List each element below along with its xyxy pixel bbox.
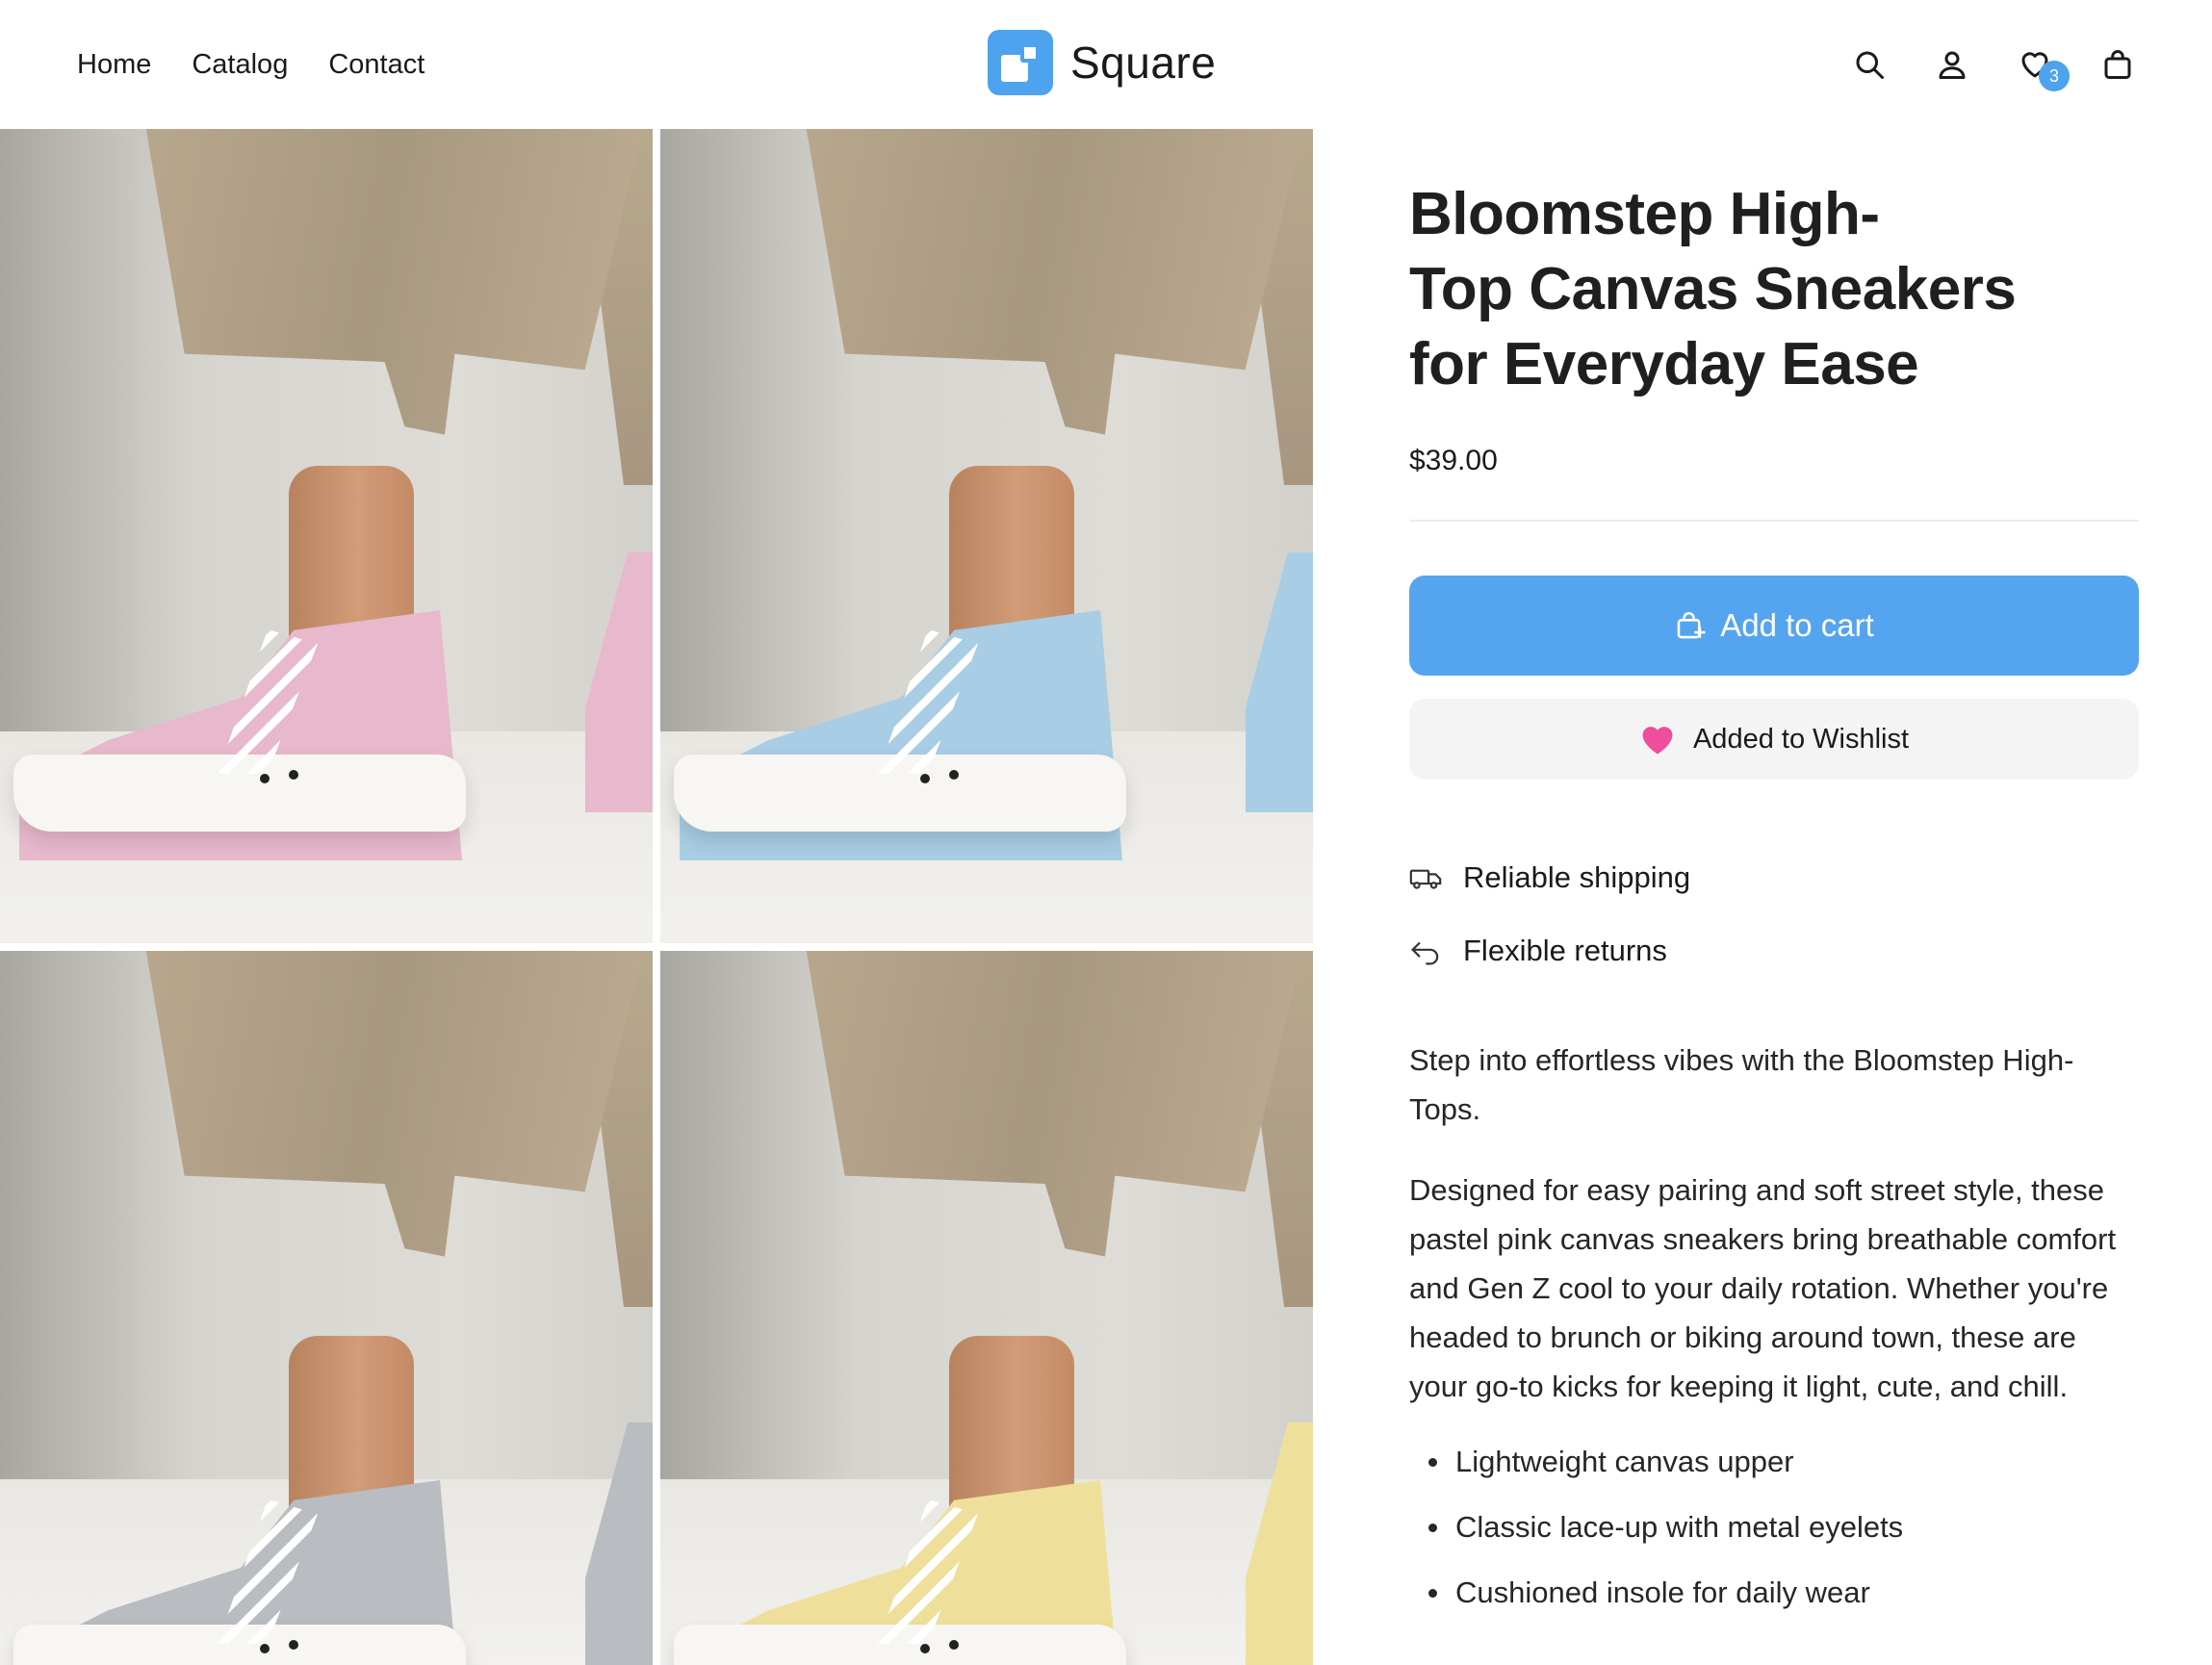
eyelet	[260, 1644, 270, 1653]
divider	[1409, 520, 2139, 522]
gallery-image-pink[interactable]	[0, 129, 653, 943]
eyelet	[920, 1644, 930, 1653]
logo-icon	[988, 30, 1053, 95]
add-to-cart-button[interactable]: Add to cart	[1409, 576, 2139, 676]
eyelet	[949, 770, 959, 780]
feature-returns: Flexible returns	[1409, 914, 2139, 987]
eyelet	[949, 1640, 959, 1650]
product-description: Step into effortless vibes with the Bloo…	[1409, 1036, 2139, 1626]
brand-name: Square	[1070, 38, 1217, 88]
nav-contact[interactable]: Contact	[328, 49, 424, 81]
list-item: Cushioned insole for daily wear	[1409, 1560, 2139, 1626]
wishlist-button[interactable]: Added to Wishlist	[1409, 699, 2139, 780]
gallery-image-blue[interactable]	[660, 129, 1313, 943]
list-item: Classic lace-up with metal eyelets	[1409, 1495, 2139, 1560]
return-arrow-icon	[1411, 941, 1439, 965]
feature-returns-label: Flexible returns	[1463, 934, 1667, 967]
search-icon[interactable]	[1852, 47, 1887, 82]
main-nav: Home Catalog Contact	[77, 0, 424, 129]
truck-icon	[1409, 869, 1442, 889]
feature-shipping-label: Reliable shipping	[1463, 860, 1691, 894]
eyelet	[920, 774, 930, 783]
wishlist-button-label: Added to Wishlist	[1692, 723, 1910, 755]
brand-logo[interactable]: Square	[988, 30, 1216, 95]
gallery-image-gray[interactable]	[0, 951, 653, 1665]
product-gallery	[0, 129, 1313, 1665]
description-intro: Step into effortless vibes with the Bloo…	[1409, 1043, 2074, 1126]
nav-catalog[interactable]: Catalog	[192, 49, 288, 81]
heart-filled-icon	[1642, 727, 1673, 755]
wishlist-count-badge: 3	[2039, 61, 2070, 91]
product-features: Reliable shipping Flexible returns	[1409, 841, 2139, 987]
list-item: Lightweight canvas upper	[1409, 1429, 2139, 1495]
gallery-image-yellow[interactable]	[660, 951, 1313, 1665]
site-header: Home Catalog Contact Square 3	[0, 0, 2212, 129]
feature-list: Lightweight canvas upper Classic lace-up…	[1409, 1429, 2139, 1626]
header-actions: 3	[1852, 0, 2135, 129]
account-icon[interactable]	[1935, 47, 1969, 82]
add-to-cart-label: Add to cart	[1720, 607, 1874, 643]
product-info: Bloomstep High- Top Canvas Sneakers for …	[1409, 129, 2139, 1626]
wishlist-icon[interactable]: 3	[2018, 47, 2070, 91]
product-price: $39.00	[1409, 445, 1498, 476]
eyelet	[260, 774, 270, 783]
product-title: Bloomstep High- Top Canvas Sneakers for …	[1409, 181, 2017, 397]
bag-plus-icon	[1677, 612, 1706, 639]
nav-home[interactable]: Home	[77, 49, 151, 81]
eyelet	[289, 770, 298, 780]
cart-icon[interactable]	[2100, 47, 2135, 82]
eyelet	[289, 1640, 298, 1650]
description-body: Designed for easy pairing and soft stree…	[1409, 1173, 2117, 1403]
feature-shipping: Reliable shipping	[1409, 841, 2139, 914]
